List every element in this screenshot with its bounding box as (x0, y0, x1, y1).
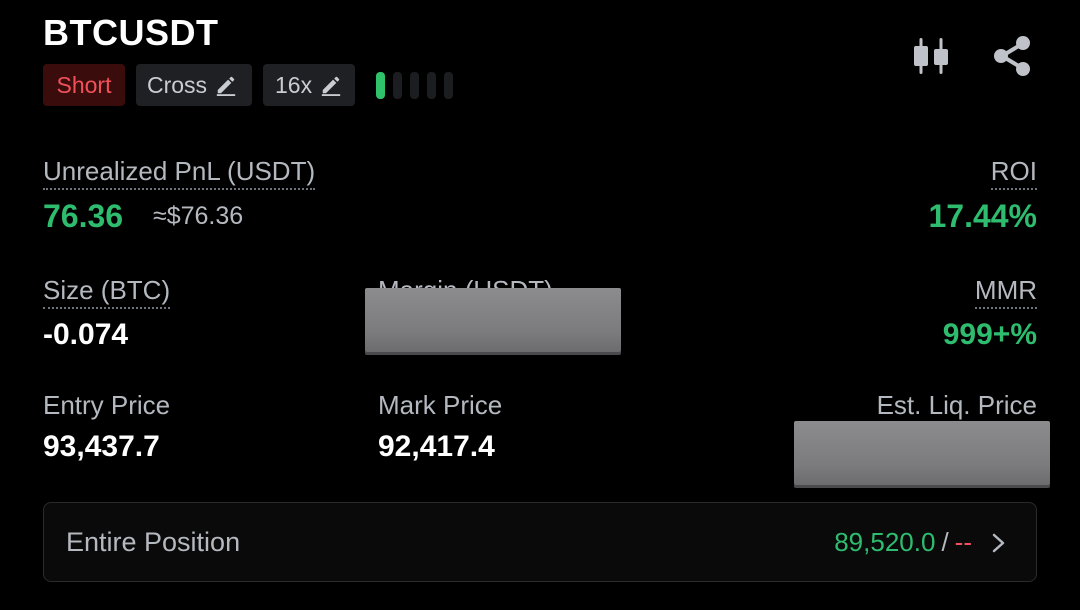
side-badge: Short (43, 64, 125, 106)
share-icon[interactable] (990, 34, 1034, 78)
risk-bar (393, 72, 402, 99)
entry-price-value: 93,437.7 (43, 430, 160, 463)
stop-loss-value: -- (954, 527, 972, 557)
roi-label[interactable]: ROI (990, 156, 1037, 190)
risk-level-indicator (376, 72, 453, 99)
margin-value-redacted (365, 288, 621, 352)
unrealized-pnl-usd: ≈$76.36 (153, 202, 244, 230)
mmr-value: 999+% (942, 318, 1037, 351)
liq-price-label: Est. Liq. Price (876, 390, 1037, 420)
margin-mode-button[interactable]: Cross (136, 64, 252, 106)
leverage-button[interactable]: 16x (263, 64, 355, 106)
risk-bar (376, 72, 385, 99)
risk-bar (427, 72, 436, 99)
margin-mode-label: Cross (147, 72, 208, 98)
side-label: Short (56, 72, 112, 98)
unrealized-pnl-label[interactable]: Unrealized PnL (USDT) (43, 156, 316, 190)
size-value: -0.074 (43, 318, 129, 351)
mark-price-value: 92,417.4 (378, 430, 495, 463)
roi-value: 17.44% (928, 198, 1037, 234)
risk-bar (410, 72, 419, 99)
unrealized-pnl-value: 76.36 (43, 198, 124, 234)
mark-price-label: Mark Price (378, 390, 503, 420)
risk-bar (444, 72, 453, 99)
take-profit-value: 89,520.0 (834, 527, 936, 557)
entire-position-label: Entire Position (66, 527, 241, 557)
tpsl-separator: / (941, 527, 949, 557)
size-label[interactable]: Size (BTC) (43, 275, 171, 309)
tpsl-values: 89,520.0 / -- (834, 527, 1008, 558)
pencil-icon (216, 76, 236, 96)
pencil-icon (321, 76, 341, 96)
liq-price-value-redacted (794, 421, 1050, 485)
symbol-title: BTCUSDT (43, 12, 219, 53)
candlestick-icon[interactable] (910, 34, 954, 78)
entry-price-label: Entry Price (43, 390, 171, 420)
entire-position-tpsl-row[interactable]: Entire Position 89,520.0 / -- (43, 502, 1037, 582)
chevron-right-icon (992, 533, 1005, 552)
mmr-label[interactable]: MMR (974, 275, 1037, 309)
leverage-label: 16x (275, 72, 313, 98)
